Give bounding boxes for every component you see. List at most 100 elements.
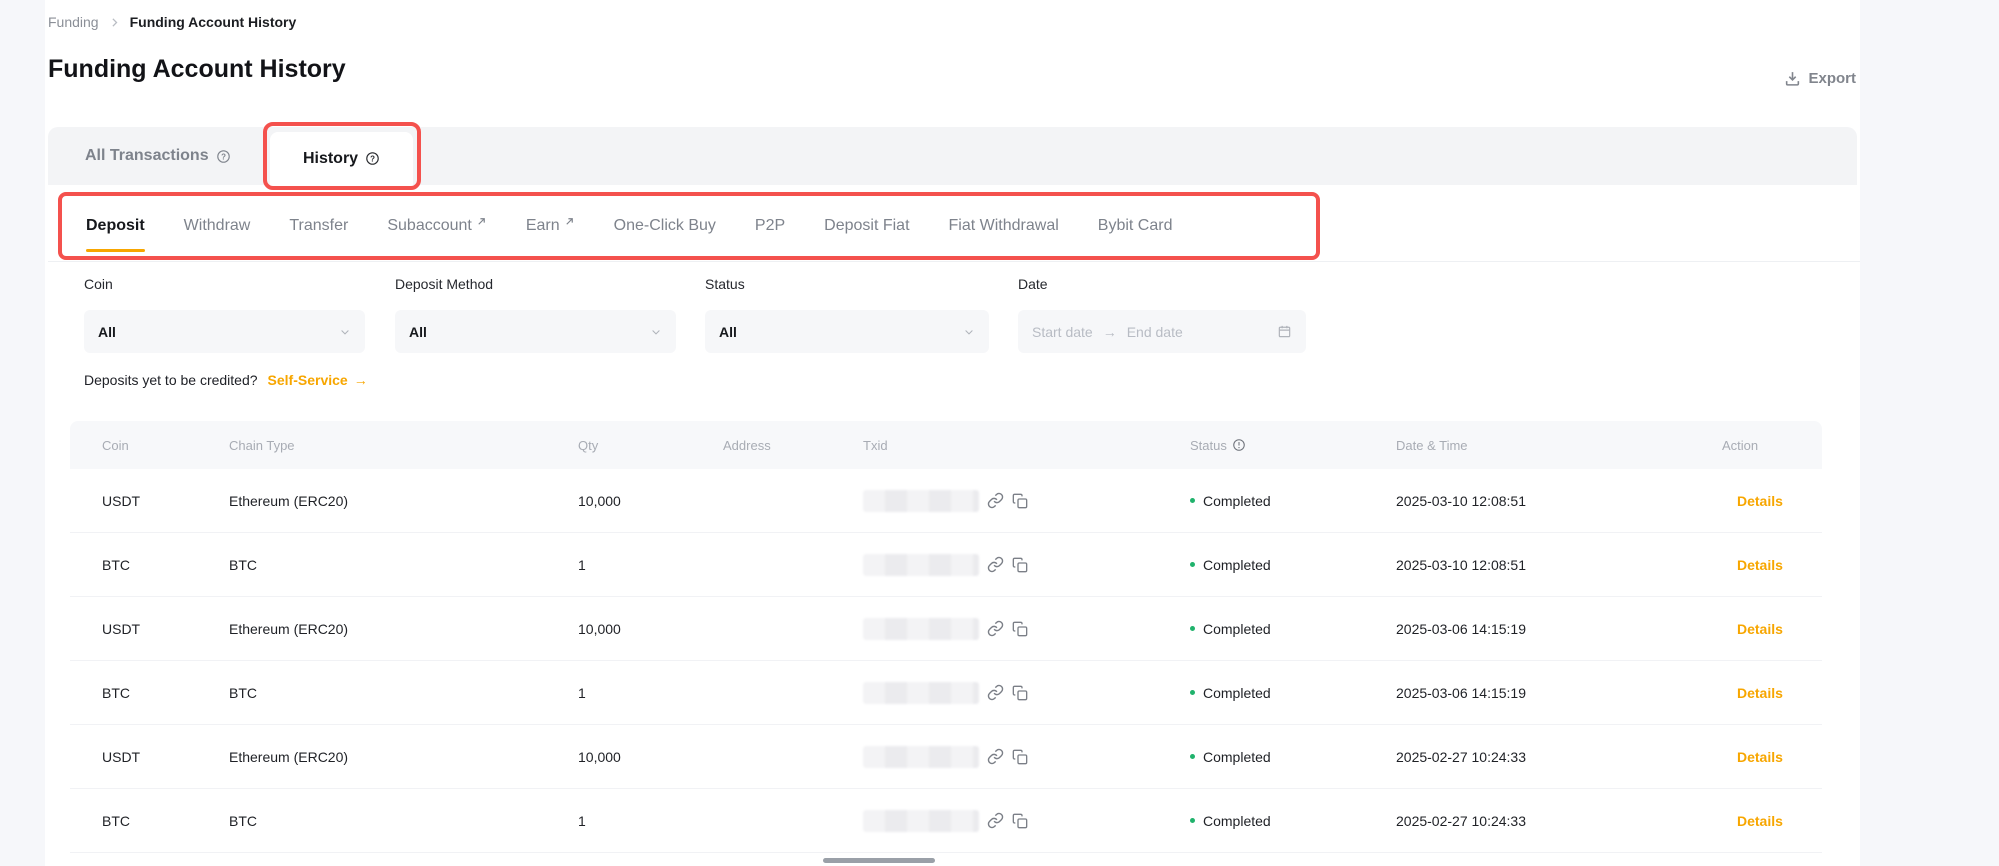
deposit-method-select[interactable]: All [395,310,676,353]
chevron-down-icon [963,326,975,338]
svg-text:?: ? [221,152,226,161]
link-icon[interactable] [987,556,1004,573]
copy-icon[interactable] [1012,621,1028,637]
copy-icon[interactable] [1012,749,1028,765]
status-dot [1190,690,1195,695]
details-link[interactable]: Details [1737,621,1783,637]
question-circle-icon[interactable]: ? [216,149,231,164]
filters: Coin All Deposit Method All Status All [84,276,1484,366]
main-tabbar: All Transactions ? History ? [48,127,1857,185]
tab-history[interactable]: History ? [270,132,413,185]
filter-deposit-method-label: Deposit Method [395,276,676,294]
question-circle-icon[interactable]: ? [365,151,380,166]
link-icon[interactable] [987,748,1004,765]
cell-txid [863,746,1028,768]
arrow-right-icon: → [1103,324,1117,340]
cell-chain: BTC [229,813,257,829]
cell-qty: 1 [578,685,586,701]
subtab-label: Transfer [289,217,348,235]
subtab-p2p[interactable]: P2P [755,190,785,261]
cell-qty: 1 [578,813,586,829]
cell-status: Completed [1190,749,1271,765]
status-label: Completed [1203,749,1271,765]
table-row: USDT Ethereum (ERC20) 10,000 Completed 2… [70,469,1822,533]
column-status: Status [1190,421,1246,469]
cell-qty: 10,000 [578,749,621,765]
column-txid: Txid [863,421,888,469]
subtab-bybit-card[interactable]: Bybit Card [1098,190,1173,261]
subtab-label: Deposit Fiat [824,217,909,235]
end-date-placeholder[interactable]: End date [1127,324,1183,340]
cell-datetime: 2025-03-10 12:08:51 [1396,557,1526,573]
tab-all-transactions[interactable]: All Transactions ? [85,127,231,185]
info-circle-icon[interactable] [1232,438,1246,452]
deposit-method-select-value: All [409,324,650,340]
status-label: Completed [1203,557,1271,573]
link-icon[interactable] [987,620,1004,637]
subtab-withdraw[interactable]: Withdraw [184,190,251,261]
date-range-input[interactable]: Start date → End date [1018,310,1306,353]
details-link[interactable]: Details [1737,813,1783,829]
link-icon[interactable] [987,492,1004,509]
subtab-label: Deposit [86,217,145,235]
calendar-icon[interactable] [1277,324,1292,339]
transactions-table: Coin Chain Type Qty Address Txid Status … [70,421,1822,853]
status-select[interactable]: All [705,310,989,353]
cell-txid [863,554,1028,576]
cell-status: Completed [1190,557,1271,573]
subtab-label: Earn [526,217,560,235]
cell-coin: USDT [102,493,140,509]
subtab-fiat-withdrawal[interactable]: Fiat Withdrawal [949,190,1059,261]
column-status-label: Status [1190,438,1227,453]
cell-status: Completed [1190,813,1271,829]
details-link[interactable]: Details [1737,749,1783,765]
self-service-link[interactable]: Self-Service → [268,372,368,388]
status-label: Completed [1203,621,1271,637]
copy-icon[interactable] [1012,685,1028,701]
cell-txid [863,490,1028,512]
filter-status-label: Status [705,276,989,294]
cell-chain: BTC [229,557,257,573]
copy-icon[interactable] [1012,493,1028,509]
details-link[interactable]: Details [1737,685,1783,701]
cell-chain: Ethereum (ERC20) [229,621,348,637]
subtab-deposit[interactable]: Deposit [86,190,145,261]
cell-txid [863,810,1028,832]
table-row: USDT Ethereum (ERC20) 10,000 Completed 2… [70,725,1822,789]
txid-redacted [863,490,979,512]
chevron-down-icon [650,326,662,338]
subtab-one-click-buy[interactable]: One-Click Buy [614,190,716,261]
coin-select[interactable]: All [84,310,365,353]
column-coin: Coin [102,421,129,469]
scrollbar-thumb[interactable] [823,858,935,863]
content-card: Funding Funding Account History Funding … [45,0,1860,866]
subtab-label: P2P [755,217,785,235]
breadcrumb-current: Funding Account History [130,14,297,30]
link-icon[interactable] [987,684,1004,701]
table-header: Coin Chain Type Qty Address Txid Status … [70,421,1822,469]
subtab-subaccount[interactable]: Subaccount [387,190,487,261]
details-link[interactable]: Details [1737,493,1783,509]
cell-chain: Ethereum (ERC20) [229,749,348,765]
start-date-placeholder[interactable]: Start date [1032,324,1093,340]
subtab-deposit-fiat[interactable]: Deposit Fiat [824,190,909,261]
details-link[interactable]: Details [1737,557,1783,573]
status-label: Completed [1203,493,1271,509]
link-icon[interactable] [987,812,1004,829]
cell-txid [863,618,1028,640]
subtab-label: Subaccount [387,217,472,235]
copy-icon[interactable] [1012,557,1028,573]
subtabs: Deposit Withdraw Transfer Subaccount Earn One… [48,190,1860,262]
subtab-earn[interactable]: Earn [526,190,575,261]
external-link-icon [564,216,575,227]
breadcrumb: Funding Funding Account History [48,14,296,30]
status-dot [1190,818,1195,823]
txid-redacted [863,682,979,704]
cell-datetime: 2025-02-27 10:24:33 [1396,749,1526,765]
copy-icon[interactable] [1012,813,1028,829]
status-dot [1190,498,1195,503]
filter-date: Date Start date → End date [1018,276,1306,353]
breadcrumb-parent[interactable]: Funding [48,14,99,30]
subtab-transfer[interactable]: Transfer [289,190,348,261]
export-button[interactable]: Export [1784,70,1856,87]
